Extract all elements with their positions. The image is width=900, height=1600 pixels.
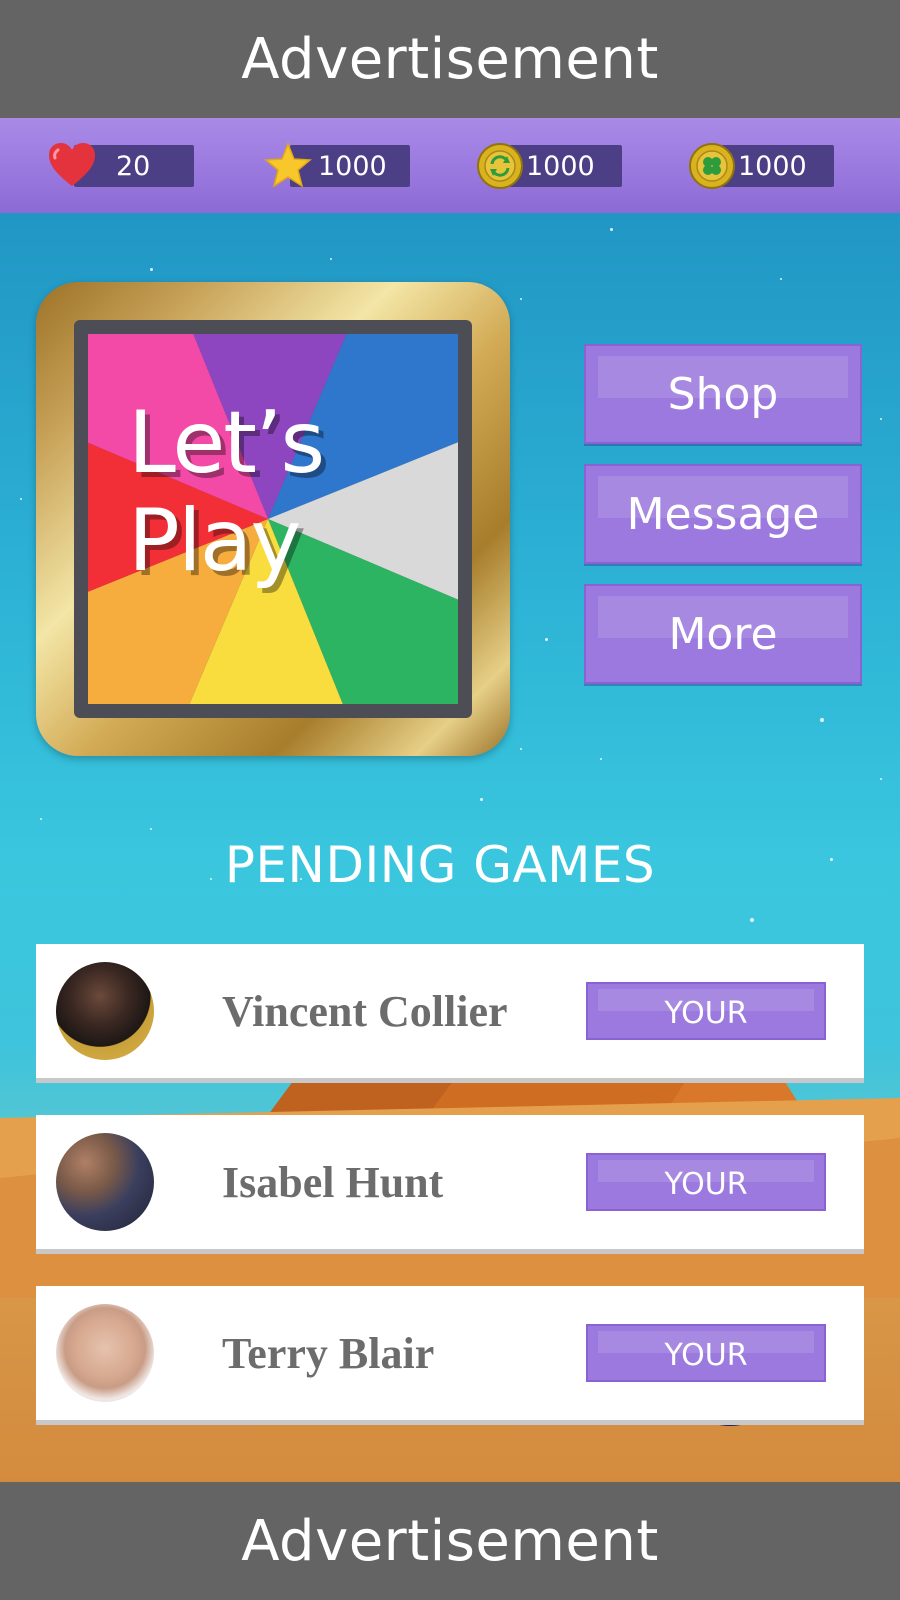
- sky-star-decoration: [880, 418, 882, 420]
- shop-button[interactable]: Shop: [584, 344, 862, 444]
- sky-star-decoration: [330, 258, 332, 260]
- top-advertisement-banner[interactable]: Advertisement: [0, 0, 900, 118]
- player-name: Isabel Hunt: [222, 1157, 444, 1207]
- sky-star-decoration: [820, 718, 824, 722]
- message-button-label: Message: [626, 488, 820, 540]
- lets-play-button[interactable]: Let’s Play: [36, 282, 510, 756]
- your-turn-label: YOUR: [664, 995, 748, 1031]
- more-button-label: More: [668, 608, 778, 660]
- sky-star-decoration: [520, 748, 522, 750]
- star-icon: [264, 141, 312, 188]
- currency-status-bar: 20 1000 1000 1000: [0, 118, 900, 213]
- avatar: [56, 1133, 154, 1231]
- sky-star-decoration: [40, 818, 42, 820]
- shop-button-label: Shop: [667, 368, 779, 420]
- player-name: Terry Blair: [222, 1328, 435, 1378]
- lets-play-title-line-1: Let’s: [128, 393, 325, 493]
- your-turn-button[interactable]: YOUR: [586, 982, 826, 1040]
- pending-game-row[interactable]: Terry Blair YOUR: [36, 1286, 864, 1420]
- sky-star-decoration: [545, 638, 548, 641]
- player-name: Vincent Collier: [222, 986, 508, 1036]
- your-turn-label: YOUR: [664, 1337, 748, 1373]
- message-button[interactable]: Message: [584, 464, 862, 564]
- sky-star-decoration: [480, 798, 483, 801]
- pending-game-row[interactable]: Isabel Hunt YOUR: [36, 1115, 864, 1249]
- sky-star-decoration: [780, 278, 782, 280]
- sky-star-decoration: [520, 298, 522, 300]
- sky-star-decoration: [610, 228, 613, 231]
- sky-star-decoration: [150, 268, 153, 271]
- pending-games-heading: PENDING GAMES: [224, 836, 656, 894]
- more-button[interactable]: More: [584, 584, 862, 684]
- refresh-coin-icon: [477, 143, 523, 189]
- sky-star-decoration: [880, 778, 882, 780]
- avatar: [56, 962, 154, 1060]
- lets-play-title[interactable]: Let’s Play: [128, 394, 388, 590]
- sky-star-decoration: [750, 918, 754, 922]
- your-turn-button[interactable]: YOUR: [586, 1324, 826, 1382]
- your-turn-label: YOUR: [664, 1166, 748, 1202]
- avatar: [56, 1304, 154, 1402]
- sky-star-decoration: [600, 758, 602, 760]
- heart-icon: [49, 143, 95, 186]
- clover-coin-icon: [689, 143, 735, 189]
- bottom-advertisement-banner[interactable]: Advertisement: [0, 1482, 900, 1600]
- sky-star-decoration: [20, 498, 22, 500]
- lets-play-title-line-2: Play: [128, 491, 301, 591]
- sky-star-decoration: [150, 828, 152, 830]
- pending-game-row[interactable]: Vincent Collier YOUR: [36, 944, 864, 1078]
- your-turn-button[interactable]: YOUR: [586, 1153, 826, 1211]
